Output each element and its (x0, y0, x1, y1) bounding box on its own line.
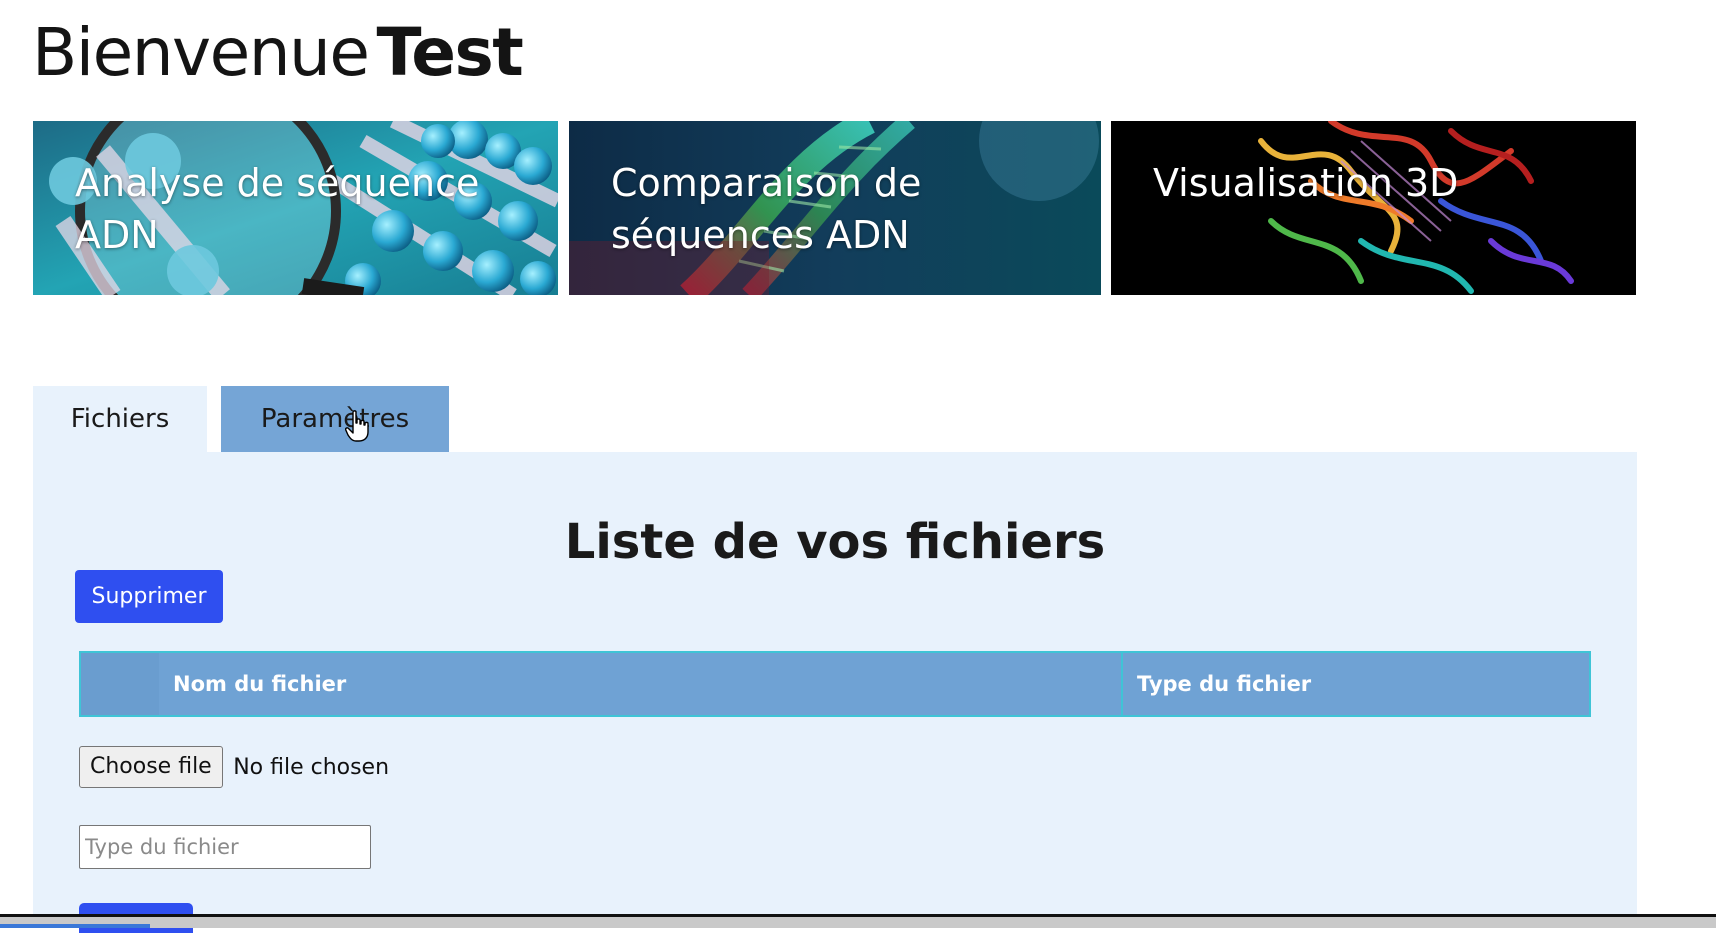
file-type-input[interactable] (79, 825, 371, 869)
card-dna-sequence-analysis[interactable]: Analyse de séquence ADN (33, 121, 558, 295)
bottom-progress-indicator (0, 924, 150, 928)
select-column-header (81, 653, 159, 715)
feature-cards: Analyse de séquence ADN Comparaison de s (33, 121, 1636, 295)
welcome-username: Test (376, 14, 523, 91)
column-header-file-type[interactable]: Type du fichier (1137, 653, 1311, 715)
file-status-text: No file chosen (233, 754, 390, 780)
files-table-header: Nom du fichier Type du fichier (79, 651, 1591, 717)
welcome-greeting: Bienvenue (32, 14, 370, 91)
card-title: Analyse de séquence ADN (75, 161, 480, 257)
welcome-heading: Bienvenue Test (32, 14, 524, 91)
files-panel: Liste de vos fichiers Supprimer Nom du f… (33, 452, 1637, 933)
card-title: Comparaison de séquences ADN (611, 161, 922, 257)
tab-fichiers[interactable]: Fichiers (33, 386, 207, 453)
panel-title: Liste de vos fichiers (564, 514, 1106, 570)
file-upload-field: Choose file No file chosen (79, 746, 389, 790)
delete-button[interactable]: Supprimer (75, 570, 223, 623)
column-header-file-name[interactable]: Nom du fichier (173, 653, 346, 715)
card-title: Visualisation 3D (1153, 161, 1459, 205)
card-3d-visualisation[interactable]: Visualisation 3D (1111, 121, 1636, 295)
hand-pointer-icon (345, 410, 369, 442)
choose-file-button[interactable]: Choose file (79, 746, 223, 788)
bottom-scrollbar[interactable] (0, 914, 1716, 928)
column-divider (1121, 653, 1123, 715)
card-dna-sequence-comparison[interactable]: Comparaison de séquences ADN (569, 121, 1101, 295)
tab-parametres[interactable]: Paramètres (221, 386, 449, 453)
